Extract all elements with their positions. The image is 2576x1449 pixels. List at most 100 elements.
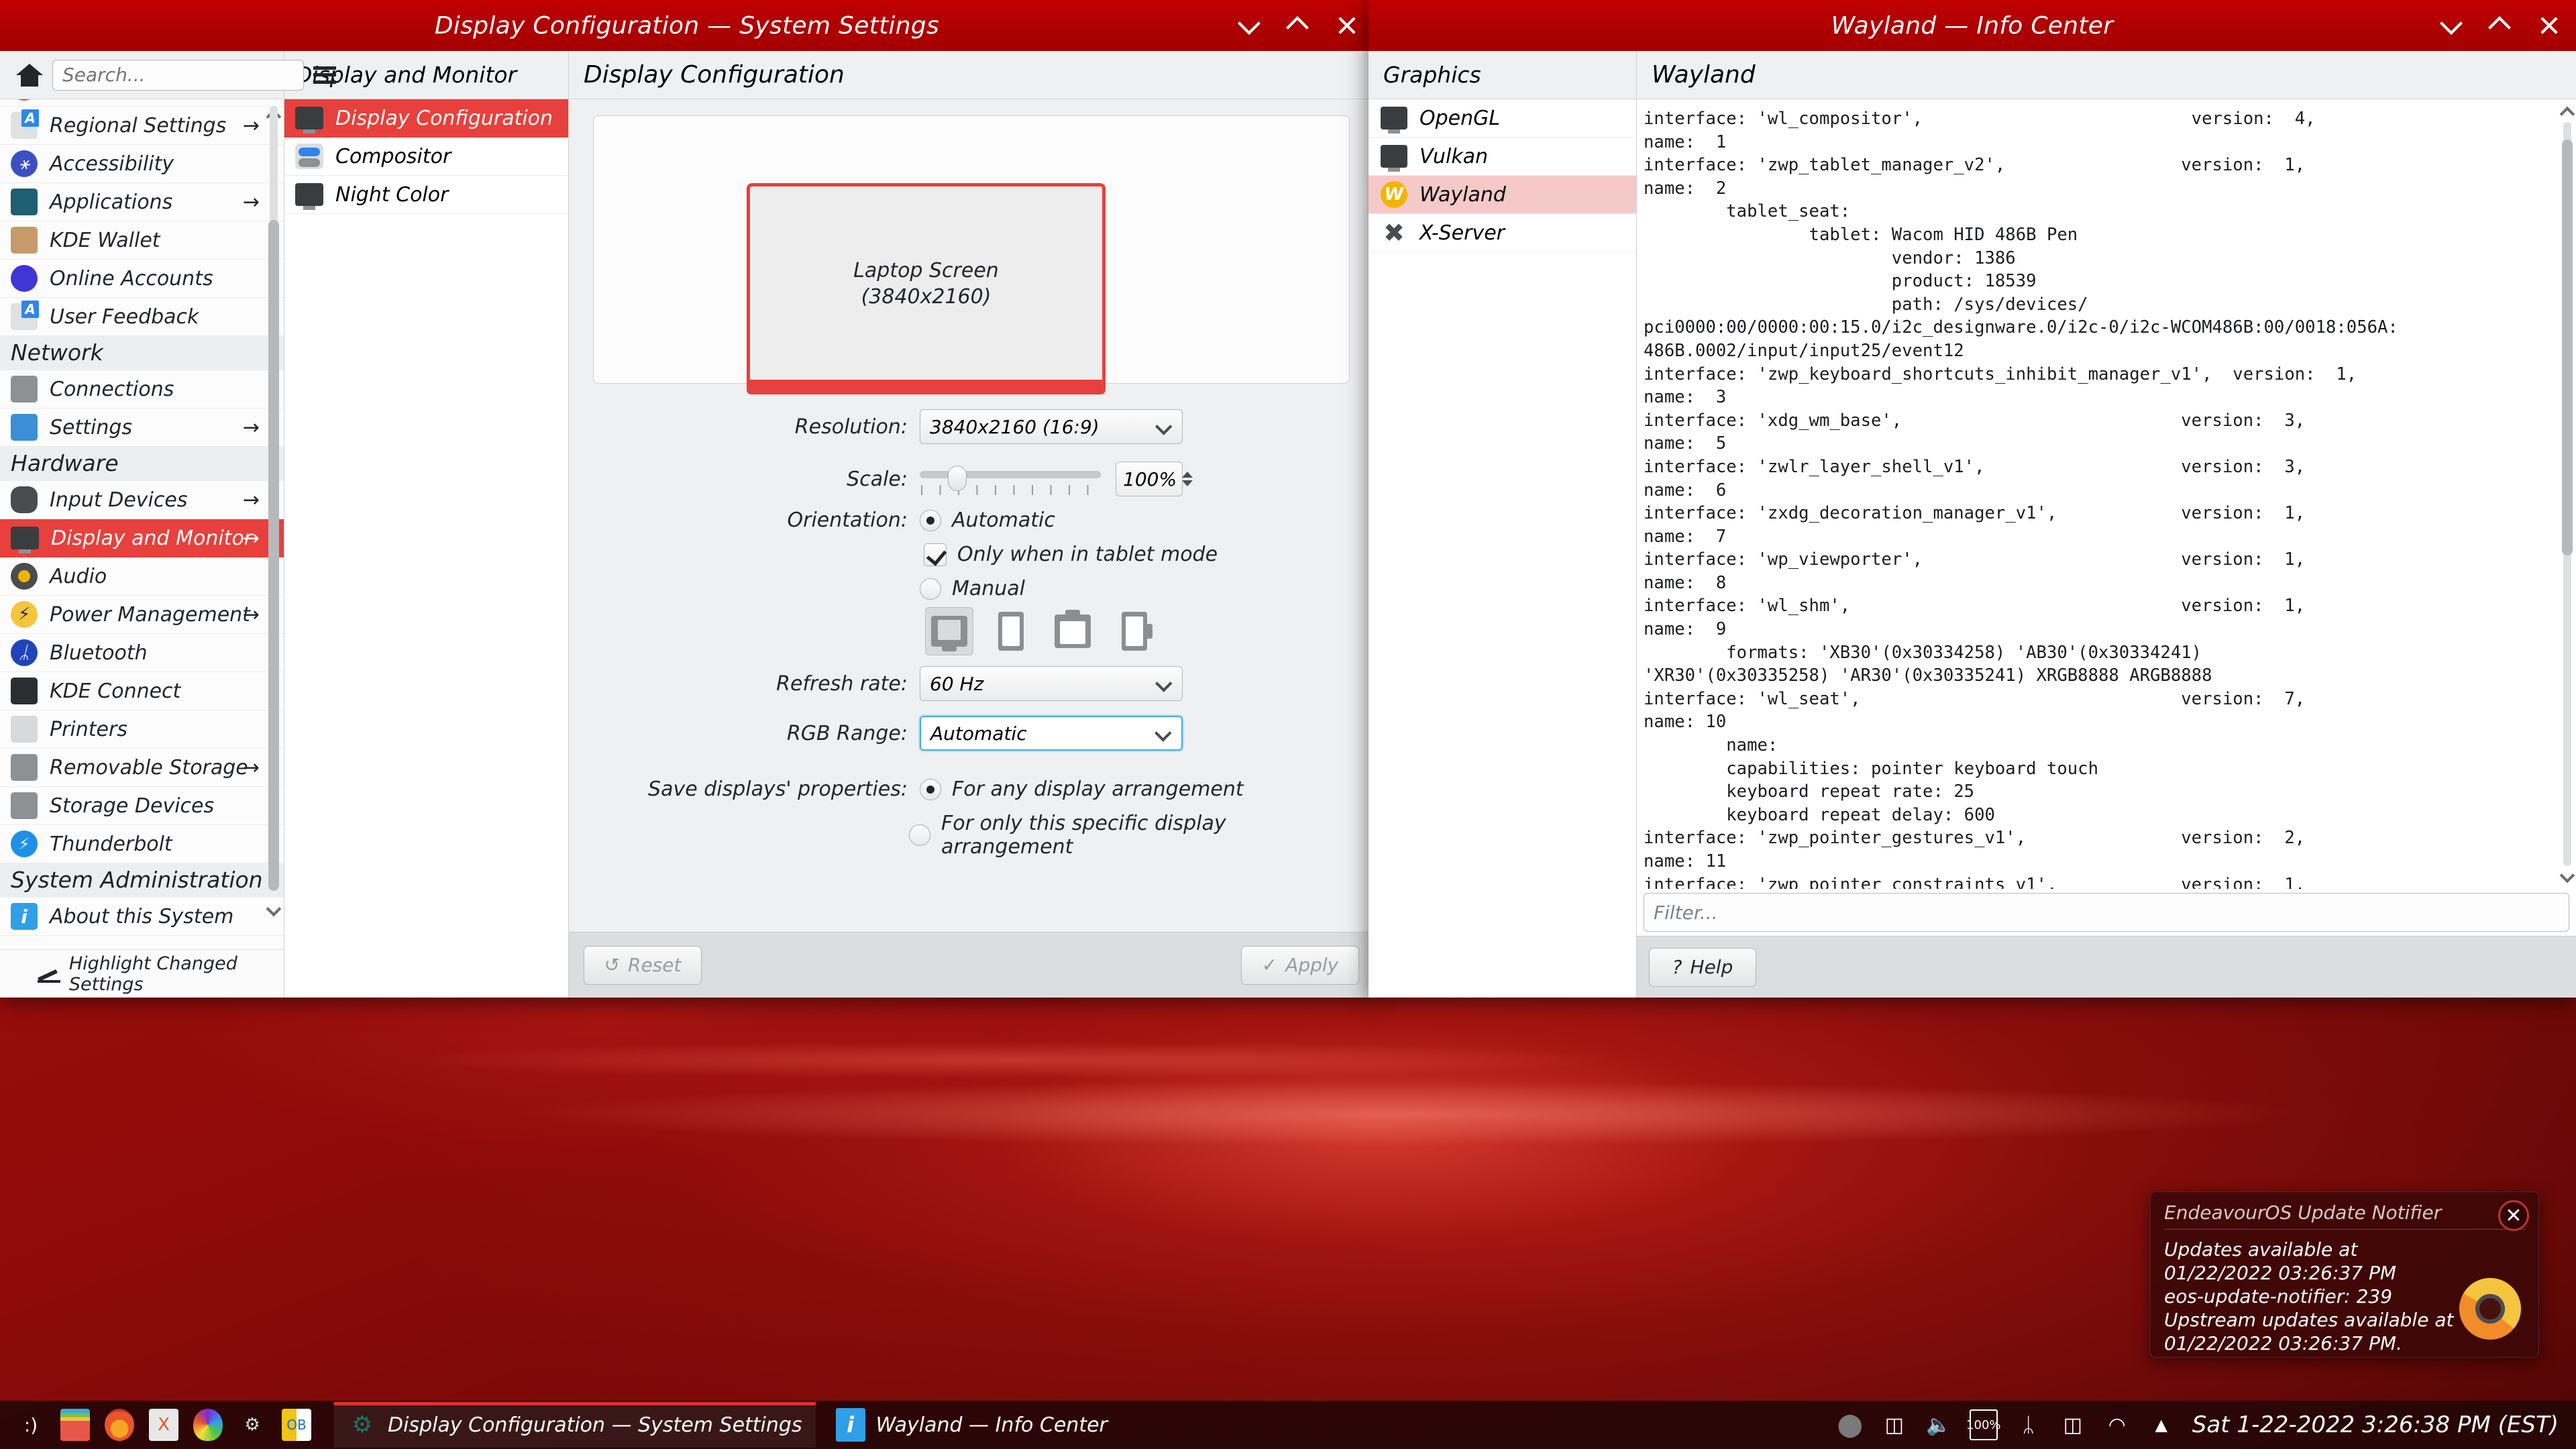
- sidebar-item-accessibility[interactable]: ⚹ Accessibility: [0, 145, 284, 183]
- orientation-landscape-button[interactable]: [925, 607, 973, 655]
- save-specific-arrangement-radio[interactable]: [908, 824, 930, 846]
- scale-slider-handle[interactable]: [948, 466, 967, 491]
- sidebar-item-input-devices[interactable]: Input Devices →: [0, 481, 284, 519]
- firefox-icon[interactable]: [105, 1409, 134, 1441]
- task-display-configuration[interactable]: ⚙ Display Configuration — System Setting…: [334, 1402, 816, 1448]
- sidebar-item-printers[interactable]: Printers: [0, 710, 284, 749]
- sidebar-toolbar: [0, 51, 336, 99]
- sidebar-item-removable-storage[interactable]: Removable Storage →: [0, 749, 284, 787]
- reset-button[interactable]: ↺ Reset: [584, 945, 702, 985]
- sidebar-item-storage-devices[interactable]: Storage Devices: [0, 787, 284, 825]
- sidebar-item-regional-settings[interactable]: A Regional Settings →: [0, 107, 284, 145]
- orientation-portrait-button[interactable]: [987, 607, 1035, 655]
- notification-line: 01/22/2022 03:26:37 PM: [2164, 1262, 2396, 1284]
- show-hidden-icon[interactable]: ▲: [2148, 1409, 2175, 1440]
- orientation-landscape-flipped-button[interactable]: [1049, 607, 1097, 655]
- show-desktop-icon[interactable]: :): [16, 1409, 46, 1441]
- scale-stepper[interactable]: 100%: [1116, 462, 1193, 496]
- output-scrollbar[interactable]: [2559, 99, 2575, 889]
- minimize-button[interactable]: [2440, 12, 2463, 37]
- battery-icon[interactable]: ◫: [1881, 1409, 1908, 1440]
- category-item-vulkan[interactable]: Vulkan: [1368, 138, 1636, 176]
- display-arrangement-preview[interactable]: Laptop Screen (3840x2160): [593, 115, 1350, 394]
- sidebar-list[interactable]: A Regional Settings → ⚹ Accessibility Ap…: [0, 99, 284, 949]
- sidebar-item-kde-connect[interactable]: KDE Connect: [0, 672, 284, 710]
- orientation-automatic-radio[interactable]: [920, 509, 941, 531]
- sidebar-item-applications[interactable]: Applications →: [0, 183, 284, 221]
- close-icon[interactable]: ✕: [2498, 1200, 2529, 1231]
- orientation-portrait-flipped-button[interactable]: [1110, 607, 1159, 655]
- clock[interactable]: Sat 1-22-2022 3:26:38 PM (EST): [2192, 1411, 2559, 1438]
- okular-icon[interactable]: OB: [282, 1409, 311, 1441]
- maximize-button[interactable]: [1286, 14, 1309, 39]
- systemsettings-small-icon[interactable]: ⚙: [237, 1409, 267, 1441]
- sidebar-scrollbar[interactable]: [266, 99, 282, 949]
- module-item-night-color[interactable]: Night Color: [284, 176, 568, 214]
- sidebar-item-about-this-system[interactable]: i About this System: [0, 898, 284, 936]
- category-item-x-server[interactable]: ✖ X-Server: [1368, 214, 1636, 252]
- search-input[interactable]: [52, 59, 304, 91]
- close-button[interactable]: [2537, 14, 2560, 37]
- help-button[interactable]: ? Help: [1649, 947, 1756, 987]
- sidebar-item-thunderbolt[interactable]: ⚡ Thunderbolt: [0, 825, 284, 863]
- scroll-up-icon[interactable]: [2559, 101, 2575, 122]
- drop-icon[interactable]: ⬤: [1837, 1409, 1864, 1440]
- highlight-changed-settings-button[interactable]: Highlight Changed Settings: [0, 949, 284, 998]
- notification-popup[interactable]: EndeavourOS Update Notifier ✕ Updates av…: [2150, 1191, 2539, 1358]
- sidebar-item-power-management[interactable]: ⚡ Power Management →: [0, 596, 284, 634]
- scroll-down-icon[interactable]: [266, 901, 282, 921]
- filter-input[interactable]: Filter...: [1644, 893, 2569, 932]
- gimp-icon[interactable]: [193, 1409, 223, 1441]
- system-settings-titlebar[interactable]: Display Configuration — System Settings: [0, 0, 1374, 51]
- tablet-mode-checkbox[interactable]: [924, 543, 947, 566]
- settings-icon: [11, 414, 38, 441]
- sidebar-item-user-feedback[interactable]: A User Feedback: [0, 298, 284, 336]
- terminal-icon[interactable]: X: [149, 1409, 178, 1441]
- sidebar-item-connections[interactable]: Connections: [0, 370, 284, 409]
- rgb-range-select[interactable]: Automatic: [920, 716, 1183, 751]
- refresh-rate-select[interactable]: 60 Hz: [920, 666, 1183, 701]
- sidebar-item-display-and-monitor[interactable]: Display and Monitor →: [0, 519, 284, 557]
- sidebar-item-label: Bluetooth: [50, 641, 148, 665]
- scroll-down-icon[interactable]: [2559, 867, 2575, 888]
- home-icon[interactable]: [16, 63, 43, 87]
- minimize-button[interactable]: [1238, 12, 1261, 37]
- info-center-titlebar[interactable]: Wayland — Info Center: [1368, 0, 2576, 51]
- sidebar-category-network: Network: [0, 336, 284, 370]
- list-item-partial[interactable]: [0, 99, 284, 107]
- display-preview-laptop-screen[interactable]: Laptop Screen (3840x2160): [747, 183, 1106, 394]
- chevron-right-icon: →: [242, 488, 260, 512]
- display-brightness-icon[interactable]: 100%: [1966, 1409, 2001, 1440]
- save-any-arrangement-radio[interactable]: [920, 778, 941, 800]
- scroll-thumb[interactable]: [2562, 140, 2573, 555]
- maximize-button[interactable]: [2488, 14, 2512, 39]
- usb-icon[interactable]: ◫: [2059, 1409, 2086, 1440]
- scroll-thumb[interactable]: [268, 220, 279, 891]
- module-list: Display and Monitor Display Configuratio…: [284, 51, 569, 998]
- category-item-wayland[interactable]: W Wayland: [1368, 176, 1636, 214]
- display-configuration-pane: Display Configuration Laptop Screen (384…: [569, 51, 1374, 998]
- category-item-opengl[interactable]: OpenGL: [1368, 99, 1636, 138]
- volume-icon[interactable]: 🔈: [1925, 1409, 1952, 1440]
- wifi-icon[interactable]: ◠: [2104, 1409, 2131, 1440]
- apply-button[interactable]: ✓ Apply: [1241, 945, 1359, 985]
- bluetooth-icon[interactable]: ᛦ: [2015, 1409, 2042, 1440]
- sidebar-item-online-accounts[interactable]: Online Accounts: [0, 260, 284, 298]
- close-button[interactable]: [1335, 14, 1358, 37]
- menu-icon[interactable]: [313, 66, 336, 84]
- sidebar-item-network-settings[interactable]: Settings →: [0, 409, 284, 447]
- wayland-output-area[interactable]: interface: 'wl_compositor', version: 4, …: [1637, 99, 2576, 889]
- stepper-arrows-icon[interactable]: [1182, 472, 1193, 486]
- launcher-area: :) X ⚙ OB: [0, 1409, 311, 1441]
- sidebar-item-bluetooth[interactable]: ᛦ Bluetooth: [0, 634, 284, 672]
- sidebar-item-kde-wallet[interactable]: KDE Wallet: [0, 221, 284, 260]
- module-item-compositor[interactable]: Compositor: [284, 138, 568, 176]
- scale-slider[interactable]: [920, 462, 1101, 496]
- info-center-window: Wayland — Info Center Graphics OpenGL Vu…: [1368, 0, 2576, 998]
- welcome-icon[interactable]: [60, 1409, 90, 1441]
- module-item-display-configuration[interactable]: Display Configuration: [284, 99, 568, 138]
- orientation-manual-radio[interactable]: [920, 578, 941, 600]
- task-wayland-info-center[interactable]: i Wayland — Info Center: [822, 1402, 1121, 1448]
- sidebar-item-audio[interactable]: Audio: [0, 557, 284, 596]
- resolution-select[interactable]: 3840x2160 (16:9): [920, 409, 1183, 444]
